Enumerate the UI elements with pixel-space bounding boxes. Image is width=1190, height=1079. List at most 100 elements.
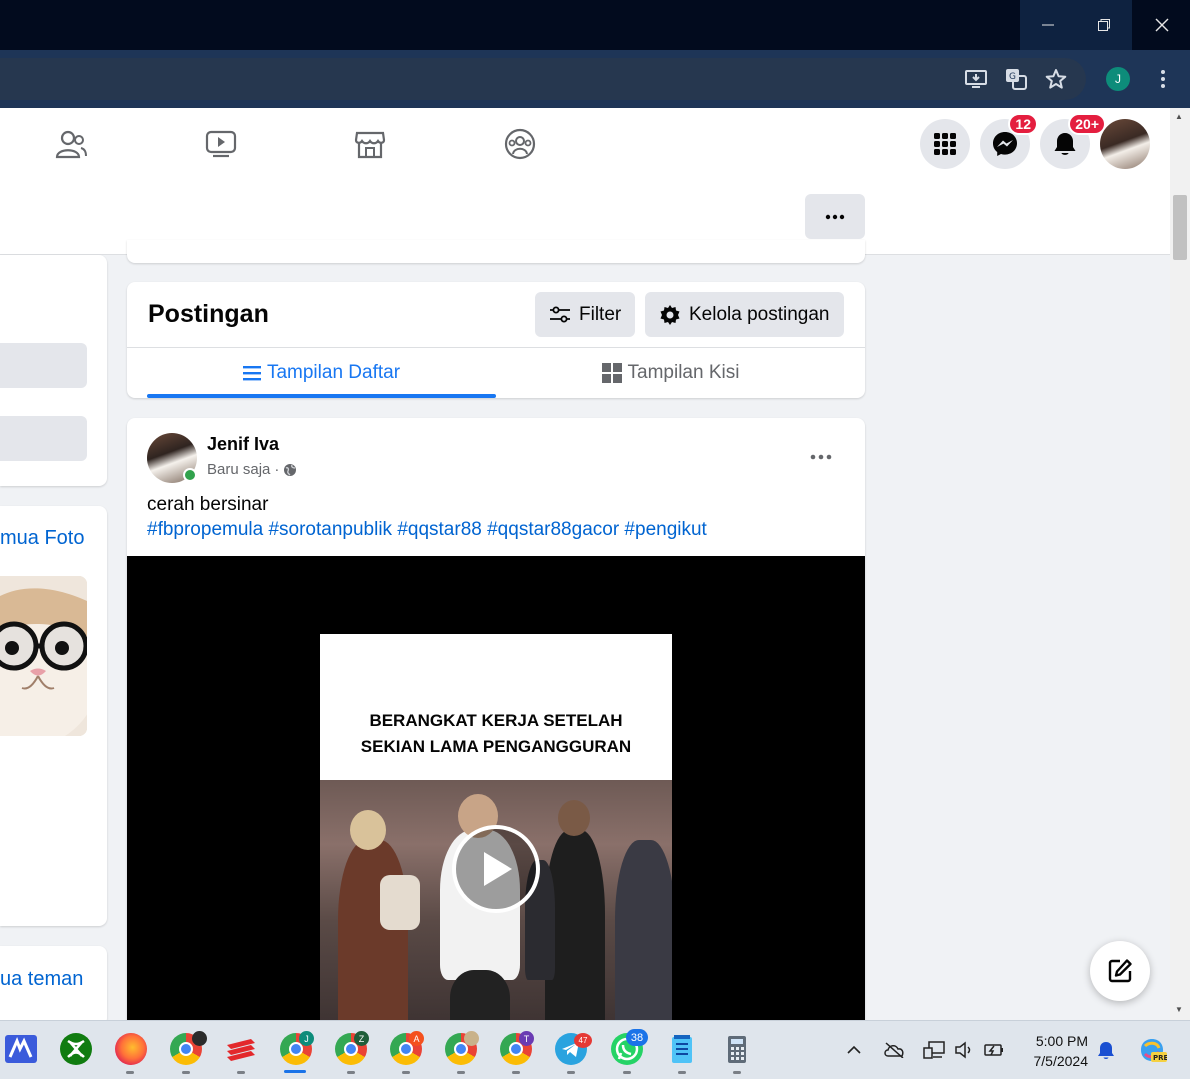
taskbar-running-indicator: [733, 1071, 741, 1074]
post-timestamp[interactable]: Baru saja: [207, 461, 270, 478]
scroll-up-arrow-icon[interactable]: ▲: [1175, 112, 1183, 121]
tab-list-view[interactable]: Tampilan Daftar: [147, 348, 496, 398]
browser-profile-avatar[interactable]: J: [1106, 67, 1130, 91]
profile-badge: [464, 1031, 479, 1046]
globe-icon[interactable]: [283, 463, 297, 477]
see-all-friends-link[interactable]: ua teman: [0, 968, 83, 991]
post-card: Jenif Iva Baru saja · cerah bersinar #fb…: [127, 418, 865, 1038]
post-author-name[interactable]: Jenif Iva: [207, 434, 279, 455]
video-caption-line: BERANGKAT KERJA SETELAH: [369, 711, 623, 730]
video-caption-line: SEKIAN LAMA PENGANGGURAN: [360, 737, 632, 756]
restore-icon: [1098, 19, 1110, 31]
bookmark-star-icon[interactable]: [1043, 66, 1069, 92]
intro-action-button[interactable]: [0, 343, 87, 388]
windows-taskbar: J Z A T 47 38 5:00 PM 7/5/2024 PRE: [0, 1020, 1190, 1079]
new-message-button[interactable]: [1090, 941, 1150, 1001]
menu-grid-button[interactable]: [920, 119, 970, 169]
copilot-icon[interactable]: PRE: [1137, 1039, 1167, 1062]
profile-badge: A: [409, 1031, 424, 1046]
marketplace-nav-icon[interactable]: [354, 128, 386, 160]
filter-sliders-icon: [550, 306, 570, 322]
list-view-label: Tampilan Daftar: [266, 362, 401, 383]
tab-grid-view[interactable]: Tampilan Kisi: [496, 348, 845, 398]
volume-icon[interactable]: [953, 1039, 975, 1061]
minimize-button[interactable]: [1020, 0, 1076, 50]
grid-view-label: Tampilan Kisi: [627, 362, 740, 383]
profile-badge: T: [519, 1031, 534, 1046]
grid-menu-icon: [934, 133, 956, 155]
intro-card: [0, 255, 107, 486]
firefox-icon[interactable]: [115, 1033, 147, 1065]
taskbar-app-icon[interactable]: [5, 1035, 37, 1063]
messenger-button[interactable]: 12: [980, 113, 1038, 169]
messenger-badge: 12: [1008, 113, 1038, 135]
telegram-unread-badge: 47: [574, 1033, 592, 1048]
post-hashtags[interactable]: #fbpropemula #sorotanpublik #qqstar88 #q…: [147, 519, 707, 541]
scrollbar-thumb[interactable]: [1173, 195, 1187, 260]
profile-badge: Z: [354, 1031, 369, 1046]
taskbar-running-indicator: [678, 1071, 686, 1074]
battery-charging-icon[interactable]: [983, 1039, 1005, 1061]
taskbar-running-indicator: [567, 1071, 575, 1074]
minimize-icon: [1042, 24, 1054, 26]
calculator-icon[interactable]: [721, 1033, 753, 1065]
post-video[interactable]: BERANGKAT KERJA SETELAH SEKIAN LAMA PENG…: [127, 556, 865, 1038]
friends-card: ua teman: [0, 946, 107, 1026]
online-status-dot: [183, 468, 197, 482]
more-dots-icon: [810, 454, 832, 460]
notification-bell-icon[interactable]: [1095, 1039, 1117, 1061]
show-hidden-icons-chevron-icon[interactable]: [843, 1039, 865, 1061]
xbox-icon[interactable]: [60, 1033, 92, 1065]
post-meta: Baru saja ·: [207, 461, 297, 478]
taskbar-app-icon[interactable]: [225, 1033, 257, 1065]
more-dots-icon: [825, 214, 845, 219]
notifications-button[interactable]: 20+: [1040, 113, 1106, 169]
close-button[interactable]: [1134, 0, 1190, 50]
intro-action-button[interactable]: [0, 416, 87, 461]
grid-icon: [601, 363, 622, 383]
post-options-button[interactable]: [810, 443, 832, 466]
translate-icon[interactable]: G: [1003, 66, 1029, 92]
restore-button[interactable]: [1076, 0, 1132, 50]
video-frame: BERANGKAT KERJA SETELAH SEKIAN LAMA PENG…: [320, 634, 672, 1038]
taskbar-running-indicator: [457, 1071, 465, 1074]
manage-posts-button[interactable]: Kelola postingan: [645, 292, 844, 337]
filter-label: Filter: [579, 303, 622, 325]
compose-icon: [1108, 959, 1132, 983]
filter-button[interactable]: Filter: [535, 292, 636, 337]
profile-badge: J: [299, 1031, 314, 1046]
photo-thumbnail[interactable]: [0, 576, 87, 736]
profile-more-button[interactable]: [805, 194, 865, 239]
account-avatar[interactable]: [1100, 119, 1150, 169]
friends-nav-icon[interactable]: [55, 128, 87, 160]
install-app-icon[interactable]: [963, 66, 989, 92]
bell-icon: [1054, 133, 1076, 155]
window-titlebar: [0, 0, 1190, 50]
clock-time: 5:00 PM: [1035, 1033, 1088, 1049]
network-icon[interactable]: [923, 1039, 945, 1061]
list-icon: [242, 366, 261, 381]
taskbar-running-indicator: [347, 1071, 355, 1074]
address-bar[interactable]: [0, 58, 1086, 100]
messenger-icon: [993, 132, 1017, 156]
composer-card-bottom: [127, 240, 865, 263]
onedrive-offline-icon[interactable]: [883, 1039, 905, 1061]
browser-menu-icon[interactable]: [1150, 66, 1176, 92]
whatsapp-unread-badge: 38: [626, 1029, 648, 1046]
taskbar-running-indicator: [237, 1071, 245, 1074]
play-icon: [484, 852, 512, 886]
meta-separator: ·: [274, 461, 280, 478]
see-all-photos-link[interactable]: mua Foto: [0, 527, 84, 550]
manage-posts-label: Kelola postingan: [689, 303, 830, 325]
notepad-icon[interactable]: [666, 1033, 698, 1065]
taskbar-clock[interactable]: 5:00 PM 7/5/2024: [1010, 1031, 1089, 1071]
taskbar-running-indicator: [182, 1071, 190, 1074]
scroll-down-arrow-icon[interactable]: ▼: [1175, 1005, 1183, 1014]
play-button[interactable]: [452, 825, 540, 913]
taskbar-active-indicator: [284, 1070, 306, 1073]
video-caption: BERANGKAT KERJA SETELAH SEKIAN LAMA PENG…: [320, 708, 672, 760]
video-nav-icon[interactable]: [205, 128, 237, 160]
groups-nav-icon[interactable]: [504, 128, 536, 160]
taskbar-running-indicator: [623, 1071, 631, 1074]
taskbar-running-indicator: [512, 1071, 520, 1074]
